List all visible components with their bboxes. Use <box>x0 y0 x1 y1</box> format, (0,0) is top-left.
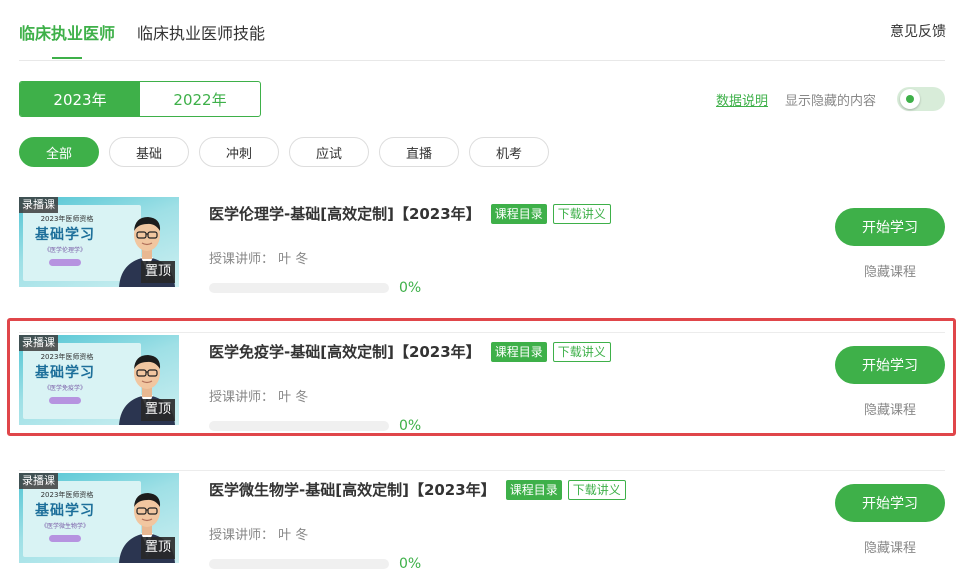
course-title-row: 医学伦理学-基础[高效定制]【2023年】 课程目录 下载讲义 <box>209 203 611 224</box>
course-catalog-tag[interactable]: 课程目录 <box>490 203 547 224</box>
year-option-2022[interactable]: 2022年 <box>140 82 260 116</box>
thumbnail-heading: 基础学习 <box>35 503 95 519</box>
tab-clinical-physician[interactable]: 临床执业医师 <box>19 20 115 44</box>
course-title[interactable]: 医学伦理学-基础[高效定制]【2023年】 <box>209 203 481 224</box>
start-learning-button[interactable]: 开始学习 <box>835 484 945 522</box>
course-progress-text: 0% <box>399 418 422 434</box>
feedback-link[interactable]: 意见反馈 <box>890 21 946 41</box>
start-learning-button[interactable]: 开始学习 <box>835 346 945 384</box>
thumbnail-year-line: 2023年医师资格 <box>40 215 94 223</box>
thumbnail-subject: 《医学微生物学》 <box>40 523 89 530</box>
course-progress-text: 0% <box>399 280 422 296</box>
thumbnail-teacher-pill <box>49 259 81 266</box>
course-divider <box>19 470 945 471</box>
show-hidden-toggle[interactable] <box>897 87 945 111</box>
thumbnail-subject: 《医学伦理学》 <box>43 247 86 254</box>
course-teacher: 授课讲师： 叶 冬 <box>209 252 309 267</box>
filter-sprint[interactable]: 冲刺 <box>199 137 279 167</box>
pinned-badge: 置顶 <box>140 261 175 283</box>
top-nav: 临床执业医师 临床执业医师技能 意见反馈 <box>0 0 964 60</box>
filter-exam[interactable]: 应试 <box>289 137 369 167</box>
course-title-row: 医学免疫学-基础[高效定制]【2023年】 课程目录 下载讲义 <box>209 341 611 362</box>
download-handout-tag[interactable]: 下载讲义 <box>567 479 626 500</box>
course-progress-text: 0% <box>399 556 422 572</box>
thumbnail-year-line: 2023年医师资格 <box>40 353 94 361</box>
course-catalog-tag[interactable]: 课程目录 <box>490 341 547 362</box>
toggle-knob <box>900 89 920 109</box>
course-progress-bar <box>209 559 389 569</box>
thumbnail-teacher-pill <box>49 397 81 404</box>
course-progress-bar <box>209 283 389 293</box>
filter-all[interactable]: 全部 <box>19 137 99 167</box>
hide-course-button[interactable]: 隐藏课程 <box>835 537 945 556</box>
data-explanation-link[interactable]: 数据说明 <box>716 90 768 109</box>
course-item: 2023年医师资格 基础学习 《医学微生物学》 录播课 置顶 医学微生物学-基础… <box>19 473 945 580</box>
year-selector: 2023年 2022年 <box>19 81 261 117</box>
recorded-course-badge: 录播课 <box>19 335 58 351</box>
header-divider <box>19 60 945 61</box>
course-title[interactable]: 医学免疫学-基础[高效定制]【2023年】 <box>209 341 481 362</box>
course-divider <box>19 332 945 333</box>
thumbnail-heading: 基础学习 <box>35 227 95 243</box>
start-learning-button[interactable]: 开始学习 <box>835 208 945 246</box>
course-teacher: 授课讲师： 叶 冬 <box>209 390 309 405</box>
pinned-badge: 置顶 <box>140 399 175 421</box>
filter-computer-exam[interactable]: 机考 <box>469 137 549 167</box>
course-progress-bar <box>209 421 389 431</box>
filter-basic[interactable]: 基础 <box>109 137 189 167</box>
hide-course-button[interactable]: 隐藏课程 <box>835 261 945 280</box>
course-thumbnail[interactable]: 2023年医师资格 基础学习 《医学微生物学》 录播课 置顶 <box>19 473 179 563</box>
course-thumbnail[interactable]: 2023年医师资格 基础学习 《医学免疫学》 录播课 置顶 <box>19 335 179 425</box>
course-teacher: 授课讲师： 叶 冬 <box>209 528 309 543</box>
recorded-course-badge: 录播课 <box>19 197 58 213</box>
thumbnail-heading: 基础学习 <box>35 365 95 381</box>
show-hidden-label: 显示隐藏的内容 <box>785 94 877 109</box>
course-item: 2023年医师资格 基础学习 《医学伦理学》 录播课 置顶 医学伦理学-基础[高… <box>19 197 945 333</box>
course-item: 2023年医师资格 基础学习 《医学免疫学》 录播课 置顶 医学免疫学-基础[高… <box>19 335 945 471</box>
tab-clinical-physician-skills[interactable]: 临床执业医师技能 <box>137 20 265 44</box>
course-catalog-tag[interactable]: 课程目录 <box>505 479 562 500</box>
pinned-badge: 置顶 <box>140 537 175 559</box>
download-handout-tag[interactable]: 下载讲义 <box>552 341 611 362</box>
active-tab-indicator <box>52 57 82 59</box>
download-handout-tag[interactable]: 下载讲义 <box>552 203 611 224</box>
course-title-row: 医学微生物学-基础[高效定制]【2023年】 课程目录 下载讲义 <box>209 479 626 500</box>
course-thumbnail[interactable]: 2023年医师资格 基础学习 《医学伦理学》 录播课 置顶 <box>19 197 179 287</box>
course-title[interactable]: 医学微生物学-基础[高效定制]【2023年】 <box>209 479 496 500</box>
thumbnail-subject: 《医学免疫学》 <box>43 385 86 392</box>
recorded-course-badge: 录播课 <box>19 473 58 489</box>
filter-live[interactable]: 直播 <box>379 137 459 167</box>
toggle-dot <box>906 95 914 103</box>
thumbnail-teacher-pill <box>49 535 81 542</box>
thumbnail-year-line: 2023年医师资格 <box>40 491 94 499</box>
hide-course-button[interactable]: 隐藏课程 <box>835 399 945 418</box>
year-option-2023[interactable]: 2023年 <box>20 82 140 116</box>
